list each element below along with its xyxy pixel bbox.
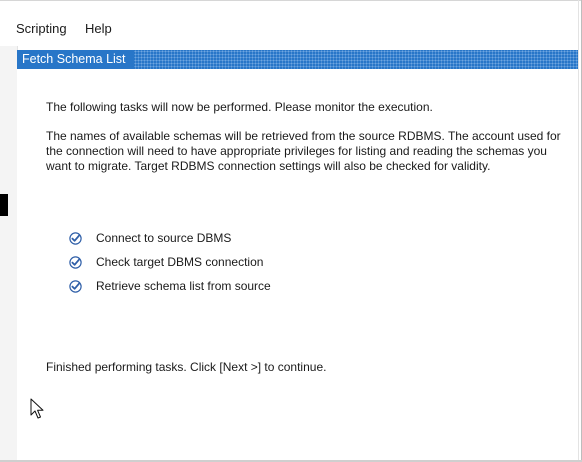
menu-item-scripting[interactable]: Scripting [16, 21, 67, 36]
edge-marker [0, 194, 8, 216]
finish-text: Finished performing tasks. Click [Next >… [46, 360, 327, 374]
panel-title: Fetch Schema List [17, 50, 134, 69]
check-circle-icon [69, 231, 82, 245]
sidebar-strip [0, 46, 18, 460]
task-label: Retrieve schema list from source [96, 279, 271, 293]
intro-text: The following tasks will now be performe… [46, 100, 433, 114]
task-list: Connect to source DBMS Check target DBMS… [69, 226, 469, 298]
task-label: Check target DBMS connection [96, 255, 264, 269]
menu-item-help[interactable]: Help [85, 21, 112, 36]
task-label: Connect to source DBMS [96, 231, 232, 245]
description-text: The names of available schemas will be r… [46, 129, 561, 173]
task-item-check-target: Check target DBMS connection [69, 250, 469, 274]
task-item-connect-source: Connect to source DBMS [69, 226, 469, 250]
wizard-content: The following tasks will now be performe… [17, 69, 578, 460]
mouse-pointer-icon [30, 398, 44, 419]
task-item-retrieve-schemas: Retrieve schema list from source [69, 274, 469, 298]
check-circle-icon [69, 255, 82, 269]
panel-header: Fetch Schema List [17, 50, 578, 69]
window-right-inner-border [578, 0, 579, 462]
check-circle-icon [69, 279, 82, 293]
menu-bar: Scripting Help [0, 1, 578, 45]
